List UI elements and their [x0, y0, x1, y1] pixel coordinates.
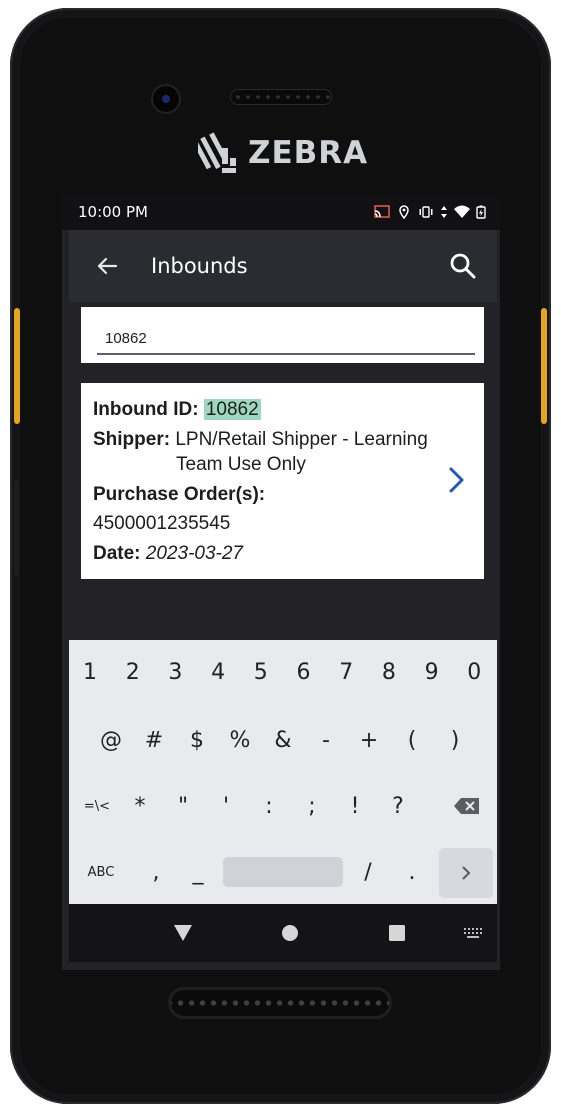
inbound-result-card[interactable]: Inbound ID: 10862 Shipper: LPN/Retail Sh… — [81, 383, 484, 579]
zebra-logo: ZEBRA — [198, 128, 368, 178]
symbol-key[interactable]: ( — [392, 710, 432, 770]
data-arrows-icon — [441, 206, 447, 218]
abc-key[interactable]: ABC — [73, 842, 129, 902]
nav-home-button[interactable] — [276, 919, 304, 947]
arrow-left-icon — [97, 257, 118, 275]
nav-keyboard-button[interactable] — [459, 919, 487, 947]
number-key[interactable]: 7 — [326, 642, 366, 702]
po-value: 4500001235545 — [93, 513, 231, 534]
comma-key[interactable]: , — [133, 842, 179, 902]
symbol-key[interactable]: " — [163, 776, 203, 836]
system-nav-bar — [69, 904, 497, 962]
number-key[interactable]: 3 — [155, 642, 195, 702]
nav-recents-button[interactable] — [383, 919, 411, 947]
symbol-key[interactable]: ) — [435, 710, 475, 770]
shipper-label: Shipper: — [93, 429, 171, 450]
speaker-grille — [171, 990, 389, 1016]
number-key[interactable]: 5 — [241, 642, 281, 702]
date-row: Date: 2023-03-27 — [93, 543, 243, 565]
battery-charging-icon — [476, 205, 486, 219]
location-icon — [399, 205, 409, 219]
home-circle-icon — [282, 925, 298, 941]
backspace-key[interactable] — [447, 776, 487, 836]
status-bar: 10:00 PM — [62, 194, 500, 230]
space-key[interactable] — [221, 842, 345, 902]
search-input[interactable] — [97, 323, 475, 355]
shipper-value-line2: Team Use Only — [176, 454, 306, 475]
earpiece-grille — [231, 90, 331, 104]
number-key[interactable]: 4 — [198, 642, 238, 702]
search-icon — [450, 253, 476, 279]
page-title: Inbounds — [151, 254, 248, 278]
side-key[interactable] — [14, 480, 19, 576]
front-camera — [153, 86, 179, 112]
zebra-head-icon — [198, 132, 236, 173]
symbol-key[interactable]: ! — [335, 776, 375, 836]
cast-icon — [374, 205, 390, 218]
space-bar — [223, 857, 343, 887]
scan-button-left[interactable] — [14, 308, 20, 424]
status-icons — [374, 205, 486, 219]
keyboard-row-symbols-2: =\< * " ':;!? — [69, 776, 497, 836]
slash-key[interactable]: / — [345, 842, 391, 902]
underscore-key[interactable]: _ — [175, 842, 221, 902]
symbol-key[interactable]: % — [220, 710, 260, 770]
status-time: 10:00 PM — [78, 203, 148, 221]
symbol-key[interactable]: ? — [378, 776, 418, 836]
keyboard-row-symbols-1: @ # $% & - +() — [69, 710, 497, 770]
number-key[interactable]: 2 — [113, 642, 153, 702]
symbol-key[interactable]: $ — [177, 710, 217, 770]
keyboard-row-bottom: ABC , _ / . — [69, 842, 497, 902]
keyboard-row-numbers: 1234567890 — [69, 642, 497, 702]
wifi-icon — [454, 205, 470, 218]
shipper-value-line1: LPN/Retail Shipper - Learning — [175, 429, 428, 450]
chevron-right-icon — [449, 467, 464, 493]
back-triangle-icon — [174, 925, 192, 941]
screen: 10:00 PM Inbounds 10862 Inbound ID: 1086… — [62, 194, 500, 970]
scan-button-right[interactable] — [541, 308, 547, 424]
inbound-id-value: 10862 — [203, 399, 261, 420]
search-button[interactable] — [443, 246, 483, 286]
symbol-key[interactable]: =\< — [77, 776, 117, 836]
number-key[interactable]: 9 — [412, 642, 452, 702]
app-bar: Inbounds — [69, 230, 497, 302]
symbol-key[interactable]: @ — [91, 710, 131, 770]
po-label: Purchase Order(s): — [93, 484, 266, 505]
period-key[interactable]: . — [389, 842, 435, 902]
symbol-key[interactable]: # — [134, 710, 174, 770]
date-label: Date: — [93, 543, 141, 564]
symbol-key[interactable]: ' — [206, 776, 246, 836]
chevron-right-icon — [462, 866, 471, 880]
vibrate-icon — [419, 206, 433, 218]
date-value: 2023-03-27 — [145, 543, 243, 564]
backspace-icon — [454, 798, 479, 814]
inbound-id-label: Inbound ID: — [93, 399, 199, 420]
number-key[interactable]: 6 — [284, 642, 324, 702]
keyboard-icon — [464, 928, 482, 938]
symbol-keyboard: 1234567890 @ # $% & - +() =\< * " ':;!? ABC , _ … — [69, 640, 497, 904]
symbol-key[interactable]: * — [120, 776, 160, 836]
recents-square-icon — [389, 925, 405, 941]
search-card — [81, 307, 484, 363]
symbol-key[interactable]: + — [349, 710, 389, 770]
brand-wordmark: ZEBRA — [248, 135, 369, 171]
number-key[interactable]: 0 — [454, 642, 494, 702]
symbol-key[interactable]: : — [249, 776, 289, 836]
symbol-key[interactable]: - — [306, 710, 346, 770]
number-key[interactable]: 1 — [70, 642, 110, 702]
symbol-key[interactable]: ; — [292, 776, 332, 836]
number-key[interactable]: 8 — [369, 642, 409, 702]
nav-back-button[interactable] — [169, 919, 197, 947]
shipper-row: Shipper: LPN/Retail Shipper - Learning — [93, 429, 428, 451]
next-key[interactable] — [439, 848, 493, 898]
symbol-key[interactable]: & — [263, 710, 303, 770]
inbound-id-row: Inbound ID: 10862 — [93, 399, 261, 421]
back-button[interactable] — [87, 246, 127, 286]
